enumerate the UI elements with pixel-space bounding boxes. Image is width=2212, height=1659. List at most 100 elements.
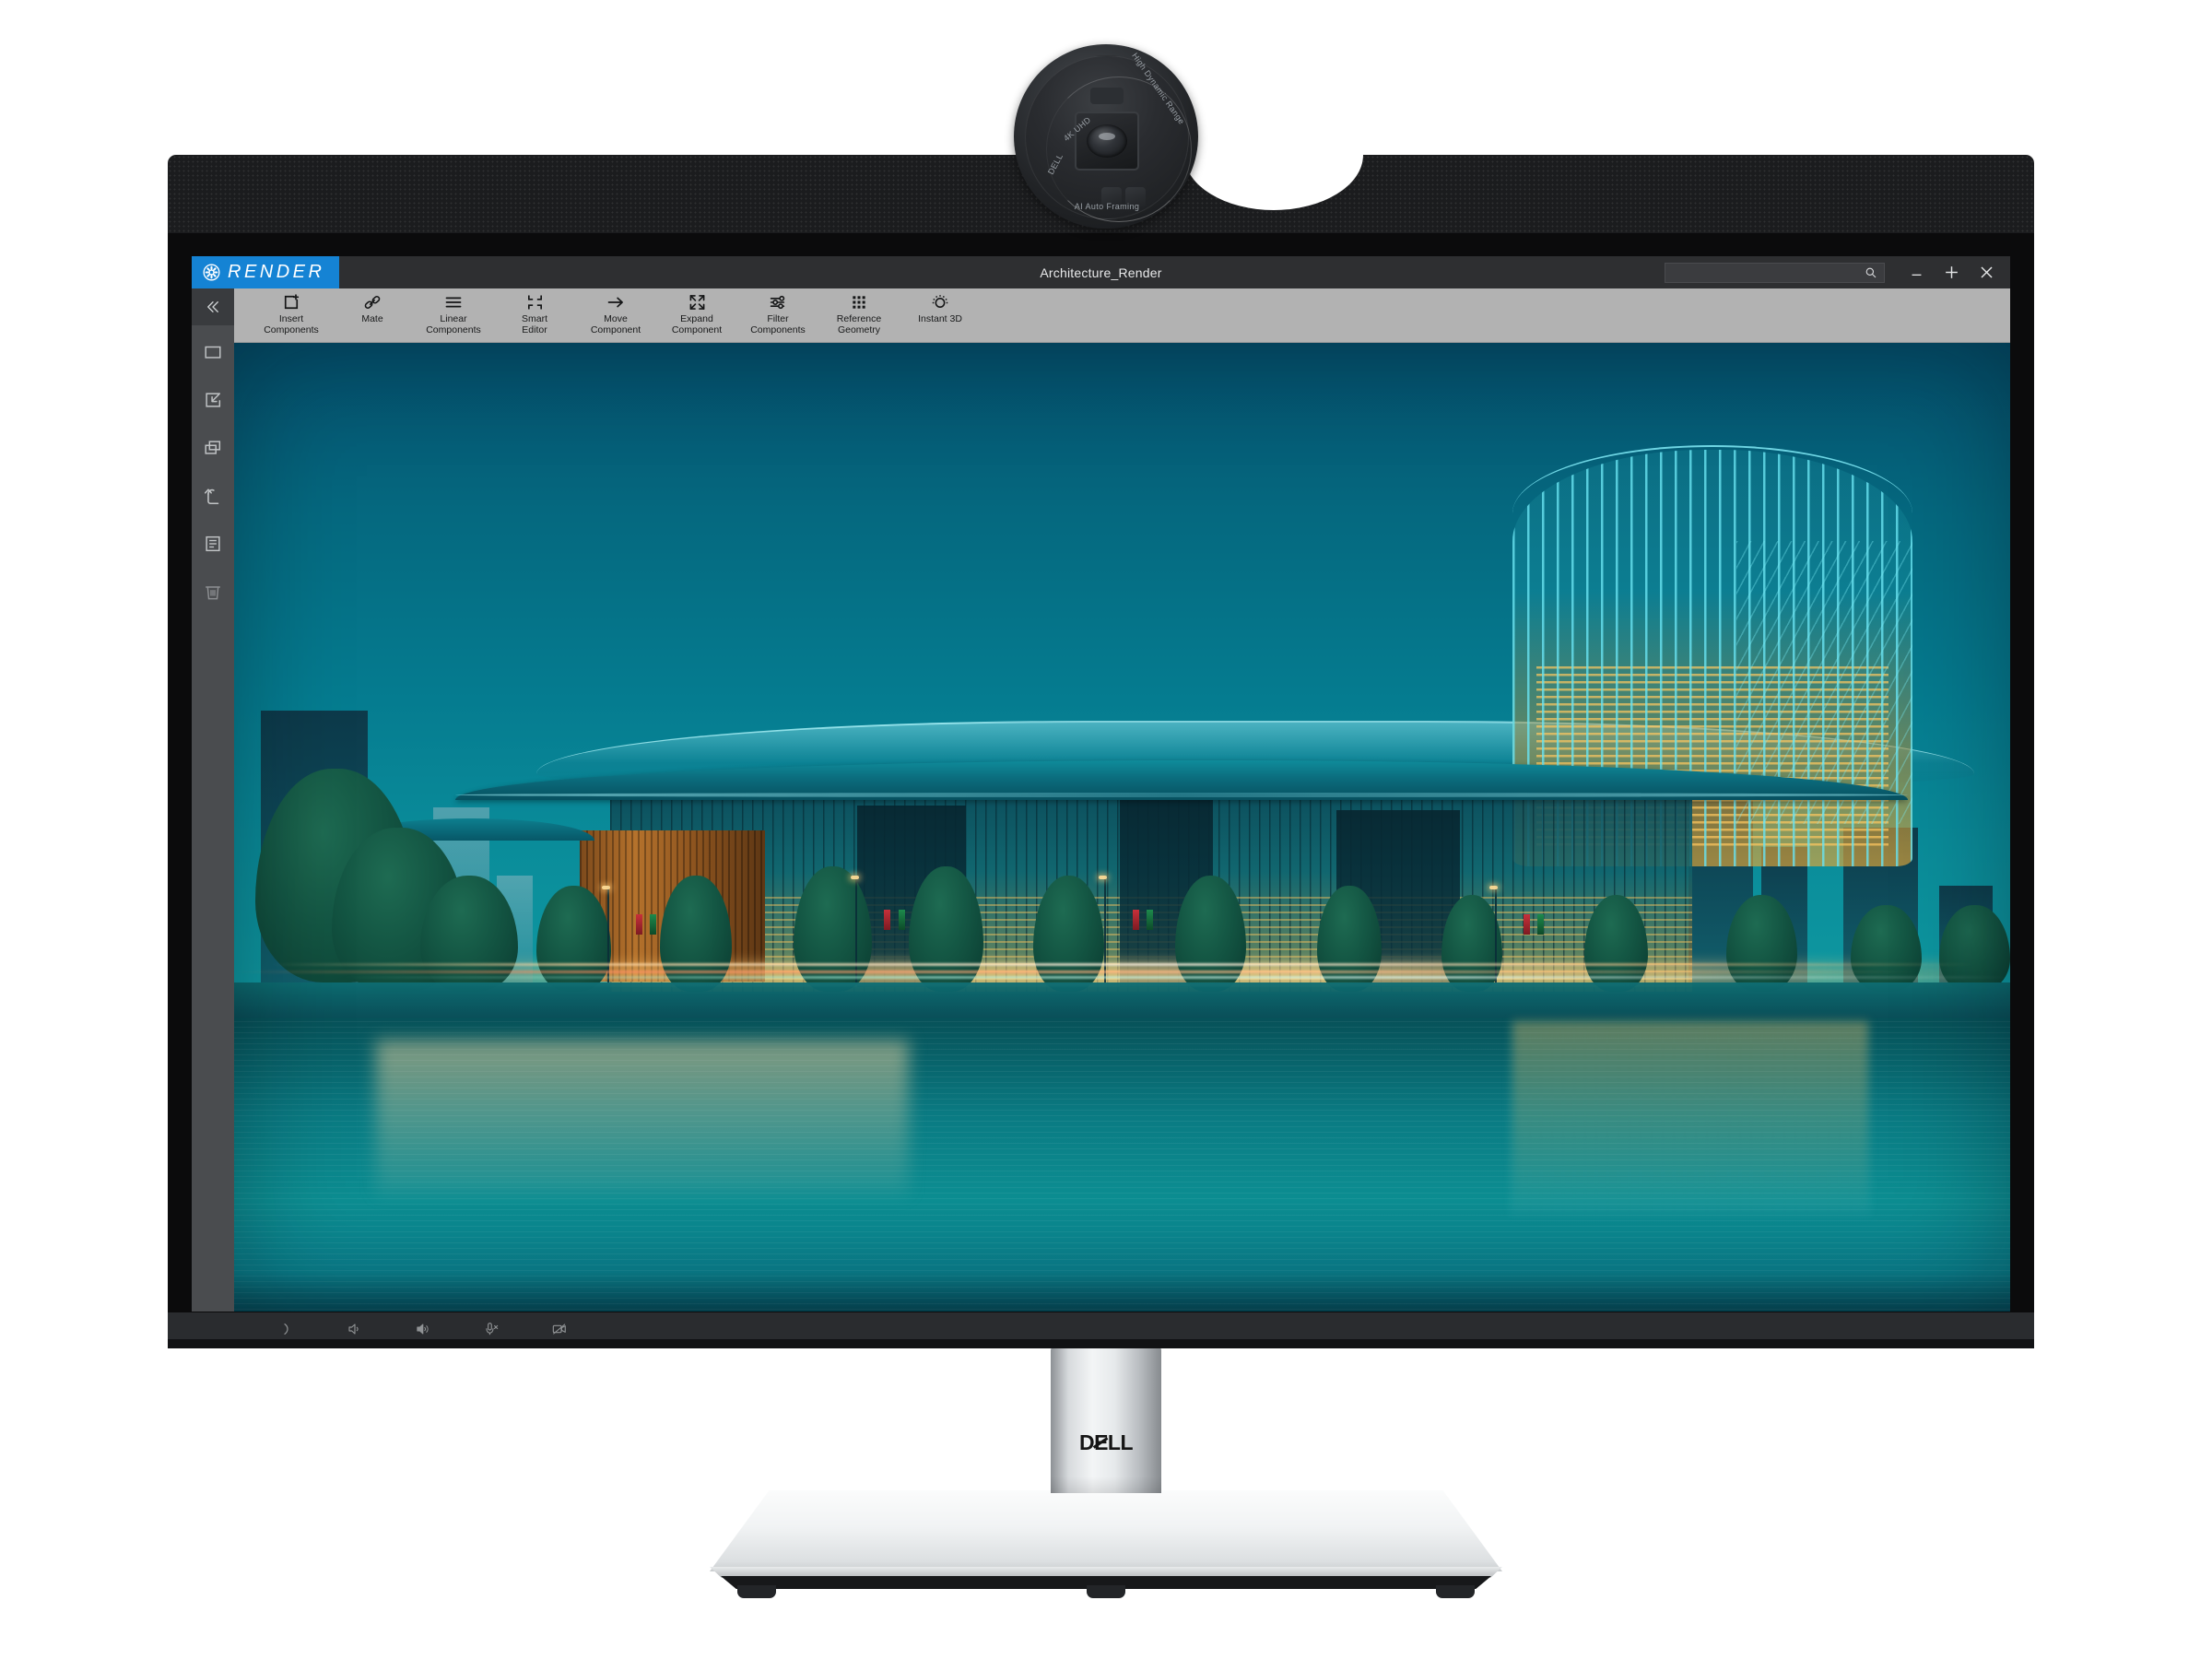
- main-building-complex: [347, 740, 1939, 993]
- waterfront-quay-wall: [234, 982, 2010, 1018]
- chain-link-icon: [363, 292, 382, 312]
- ribbon-filter-components[interactable]: Filter Components: [737, 288, 818, 335]
- traffic-light-trail: [234, 971, 1922, 974]
- mic-mute-button[interactable]: [481, 1321, 501, 1337]
- street-lamp-head: [601, 885, 610, 889]
- monitor-stand-base: [710, 1490, 1502, 1571]
- gear-icon: [203, 264, 220, 281]
- traffic-light-trail: [269, 962, 1975, 966]
- volume-down-button[interactable]: [345, 1321, 365, 1337]
- street-banner: [1524, 914, 1530, 935]
- arrow-right-icon: [606, 292, 626, 312]
- lens-glint: [1099, 132, 1116, 140]
- sidebar-item-duplicate[interactable]: [192, 427, 234, 469]
- plus-icon: [1945, 266, 1958, 278]
- chevron-double-left-icon: [207, 301, 218, 312]
- minimize-icon: [1912, 274, 1921, 276]
- ribbon-mate[interactable]: Mate: [332, 288, 413, 325]
- dell-logo: DELL: [1078, 1430, 1134, 1454]
- street-lamp-post: [1104, 876, 1107, 982]
- app-brand[interactable]: RENDER: [192, 256, 340, 288]
- dell-monitor: DELL 4K UHD High Dynamic Range AI Auto F…: [0, 0, 2212, 1659]
- expand-diagonal-icon: [688, 292, 707, 312]
- undo-arrow-icon: [204, 488, 219, 505]
- ribbon-label: Expand Component: [671, 313, 723, 335]
- copy-layers-icon: [205, 441, 221, 454]
- street-banner: [1133, 909, 1140, 930]
- sidebar-item-delete[interactable]: [192, 571, 234, 613]
- webcam-body: DELL 4K UHD High Dynamic Range AI Auto F…: [1025, 52, 1192, 222]
- ribbon-label: Smart Editor: [521, 313, 547, 335]
- street-lamp-post: [606, 885, 609, 982]
- street-lamp-head: [1099, 876, 1108, 880]
- minimize-button[interactable]: [1900, 259, 1933, 287]
- search-input[interactable]: [1665, 262, 1885, 283]
- joystick-button[interactable]: [276, 1321, 297, 1337]
- ribbon-linear-components[interactable]: Linear Components: [413, 288, 494, 335]
- sun-circle-icon: [931, 292, 949, 312]
- stand-foot-right: [1436, 1585, 1475, 1598]
- webcam-module: DELL 4K UHD High Dynamic Range AI Auto F…: [1014, 44, 1198, 229]
- tower-crown-edge: [1512, 445, 1913, 513]
- street-lamp-head: [850, 876, 859, 880]
- sidebar-item-properties[interactable]: [192, 523, 234, 565]
- street-lamp-post: [1495, 885, 1498, 982]
- camera-off-button[interactable]: [549, 1321, 570, 1337]
- import-arrow-icon: [206, 393, 221, 407]
- monitor-bottom-edge: [168, 1339, 2034, 1348]
- street-banner: [649, 914, 656, 935]
- traffic-light-trail: [340, 976, 2010, 980]
- webcam-framing-label: AI Auto Framing: [1074, 202, 1140, 211]
- sidebar-item-new-sketch[interactable]: [192, 331, 234, 373]
- volume-up-button[interactable]: [413, 1321, 433, 1337]
- ribbon-smart-editor[interactable]: Smart Editor: [494, 288, 575, 335]
- app-brand-label: RENDER: [228, 262, 325, 282]
- ribbon-label: Move Component: [590, 313, 641, 335]
- ribbon-toolbar: Insert Components Mate Linear Components…: [234, 288, 2010, 343]
- stand-foot-center: [1087, 1585, 1125, 1598]
- square-plus-icon: [282, 292, 300, 312]
- water-ripples: [234, 1020, 2010, 1312]
- ribbon-reference-geometry[interactable]: Reference Geometry: [818, 288, 900, 335]
- street-banner: [1537, 914, 1545, 935]
- sliders-icon: [769, 292, 788, 312]
- stand-foot-left: [737, 1585, 776, 1598]
- search-icon: [1865, 267, 1877, 277]
- app-title-bar: RENDER Architecture_Render: [192, 256, 2010, 288]
- monitor-screen: RENDER Architecture_Render Insert Compon…: [192, 256, 2010, 1312]
- monitor-stand-neck: DELL: [1051, 1346, 1161, 1493]
- street-banner: [635, 914, 642, 935]
- street-lamp-head: [1489, 885, 1499, 889]
- ribbon-label: Mate: [361, 313, 383, 324]
- street-banner: [884, 909, 891, 930]
- close-icon: [1980, 266, 1993, 278]
- monitor-osd-controls: [276, 1321, 570, 1337]
- street-banner: [898, 909, 905, 930]
- ribbon-label: Filter Components: [750, 313, 806, 335]
- ribbon-label: Reference Geometry: [836, 313, 882, 335]
- main-column: Insert Components Mate Linear Components…: [234, 288, 2010, 1312]
- render-application-window: RENDER Architecture_Render Insert Compon…: [192, 256, 2010, 1312]
- corner-brackets-icon: [525, 292, 545, 312]
- ribbon-label: Instant 3D: [918, 313, 962, 324]
- ribbon-insert-components[interactable]: Insert Components: [251, 288, 332, 335]
- ribbon-instant-3d[interactable]: Instant 3D: [900, 288, 981, 325]
- hamburger-lines-icon: [443, 292, 464, 312]
- ribbon-label: Linear Components: [426, 313, 481, 335]
- title-bar-right-controls: [1665, 259, 2010, 287]
- street-banner: [1147, 909, 1154, 930]
- webcam-sensor-slot: [1090, 88, 1124, 104]
- render-viewport[interactable]: [234, 343, 2010, 1312]
- grid-dots-icon: [850, 292, 868, 312]
- sidebar-item-undo[interactable]: [192, 475, 234, 517]
- street-lamp-post: [855, 876, 858, 982]
- app-body: Insert Components Mate Linear Components…: [192, 288, 2010, 1312]
- ribbon-expand-component[interactable]: Expand Component: [656, 288, 737, 335]
- sidebar-collapse-button[interactable]: [192, 288, 234, 325]
- maximize-button[interactable]: [1935, 259, 1968, 287]
- document-list-icon: [206, 535, 220, 552]
- ribbon-label: Insert Components: [264, 313, 319, 335]
- ribbon-move-component[interactable]: Move Component: [575, 288, 656, 335]
- sidebar-item-import[interactable]: [192, 379, 234, 421]
- close-button[interactable]: [1970, 259, 2003, 287]
